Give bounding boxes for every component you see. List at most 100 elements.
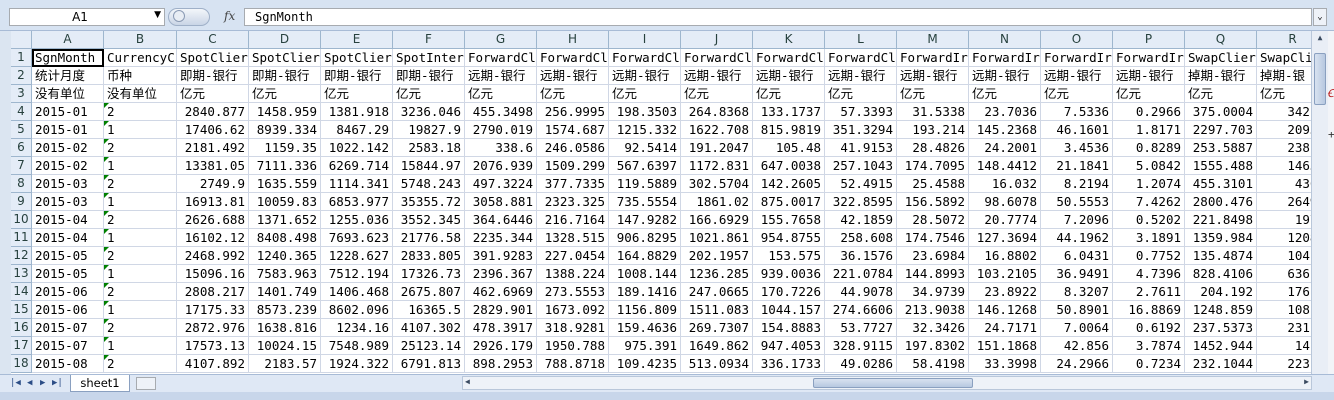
cell[interactable]: 44.9078 xyxy=(825,283,897,301)
cell[interactable]: 2833.805 xyxy=(393,247,465,265)
error-indicator-icon[interactable] xyxy=(104,193,109,198)
cell[interactable]: 231.1 xyxy=(1257,319,1311,337)
cell[interactable]: 17573.13 xyxy=(177,337,249,355)
cell[interactable]: 1 xyxy=(104,121,177,139)
cell[interactable]: 151.1868 xyxy=(969,337,1041,355)
cell[interactable]: 42.856 xyxy=(1041,337,1113,355)
cell[interactable]: 462.6969 xyxy=(465,283,537,301)
cell[interactable]: 1114.341 xyxy=(321,175,393,193)
cell[interactable]: 2183.57 xyxy=(249,355,321,373)
cell[interactable]: 174.7095 xyxy=(897,157,969,175)
cell[interactable]: 1255.036 xyxy=(321,211,393,229)
cell[interactable]: 远期-银行 xyxy=(825,67,897,85)
cell[interactable]: 336.1733 xyxy=(753,355,825,373)
cell[interactable]: 亿元 xyxy=(177,85,249,103)
cell[interactable]: ForwardIr xyxy=(1041,49,1113,67)
cell[interactable]: 8939.334 xyxy=(249,121,321,139)
cell[interactable]: 735.5554 xyxy=(609,193,681,211)
cell[interactable]: 50.8901 xyxy=(1041,301,1113,319)
cell[interactable]: 1509.299 xyxy=(537,157,609,175)
cell[interactable]: 1159.35 xyxy=(249,139,321,157)
cell[interactable]: 远期-银行 xyxy=(537,67,609,85)
cell[interactable]: 2872.976 xyxy=(177,319,249,337)
cell[interactable]: ForwardIr xyxy=(897,49,969,67)
cell[interactable]: 掉期-银 xyxy=(1257,67,1311,85)
cell[interactable]: 2396.367 xyxy=(465,265,537,283)
cell[interactable]: SwapCli xyxy=(1257,49,1311,67)
cell[interactable]: 亿元 xyxy=(825,85,897,103)
cell[interactable]: 8408.498 xyxy=(249,229,321,247)
cell[interactable]: 146.1268 xyxy=(969,301,1041,319)
cell[interactable]: 3.1891 xyxy=(1113,229,1185,247)
cell[interactable]: 35355.72 xyxy=(393,193,465,211)
row-header[interactable]: 14 xyxy=(11,283,32,301)
cell[interactable]: 828.4106 xyxy=(1185,265,1257,283)
cell[interactable]: 1673.092 xyxy=(537,301,609,319)
cell[interactable]: 8573.239 xyxy=(249,301,321,319)
side-panel-icon[interactable]: Ꞓ xyxy=(1327,86,1334,101)
cell[interactable]: 2 xyxy=(104,283,177,301)
cell[interactable]: 2181.492 xyxy=(177,139,249,157)
cell[interactable]: 2800.476 xyxy=(1185,193,1257,211)
cell[interactable]: 亿元 xyxy=(1185,85,1257,103)
cell[interactable]: 2015-03 xyxy=(32,175,104,193)
cell[interactable]: 7548.989 xyxy=(321,337,393,355)
cell[interactable]: 105.48 xyxy=(753,139,825,157)
cell[interactable]: 亿元 xyxy=(537,85,609,103)
cell[interactable]: 21776.58 xyxy=(393,229,465,247)
cell[interactable]: 1359.984 xyxy=(1185,229,1257,247)
error-indicator-icon[interactable] xyxy=(104,301,109,306)
cell[interactable]: 269.7307 xyxy=(681,319,753,337)
cell[interactable]: 274.6606 xyxy=(825,301,897,319)
formula-controls[interactable] xyxy=(168,8,210,26)
cell[interactable]: 2583.18 xyxy=(393,139,465,157)
cell[interactable]: 23.6984 xyxy=(897,247,969,265)
cell[interactable]: 4.7396 xyxy=(1113,265,1185,283)
cell[interactable]: 24.2001 xyxy=(969,139,1041,157)
column-header-b[interactable]: B xyxy=(104,31,177,49)
cell[interactable]: 8602.096 xyxy=(321,301,393,319)
cell[interactable]: 远期-银行 xyxy=(1041,67,1113,85)
row-header[interactable]: 1 xyxy=(11,49,32,67)
cell[interactable]: 即期-银行 xyxy=(249,67,321,85)
cell[interactable]: 391.9283 xyxy=(465,247,537,265)
cell[interactable]: 1638.816 xyxy=(249,319,321,337)
cell[interactable]: 远期-银行 xyxy=(681,67,753,85)
column-header-i[interactable]: I xyxy=(609,31,681,49)
cell[interactable]: 223.0 xyxy=(1257,355,1311,373)
column-header-g[interactable]: G xyxy=(465,31,537,49)
cell[interactable]: 亿元 xyxy=(1041,85,1113,103)
row-header[interactable]: 10 xyxy=(11,211,32,229)
cell[interactable]: 远期-银行 xyxy=(1113,67,1185,85)
cell[interactable]: SpotClier xyxy=(321,49,393,67)
cell[interactable]: 815.9819 xyxy=(753,121,825,139)
cell[interactable]: 567.6397 xyxy=(609,157,681,175)
cell[interactable]: 10059.83 xyxy=(249,193,321,211)
cell[interactable]: 1555.488 xyxy=(1185,157,1257,175)
cell[interactable]: 2 xyxy=(104,355,177,373)
cell[interactable]: 1924.322 xyxy=(321,355,393,373)
cell[interactable]: 176.8 xyxy=(1257,283,1311,301)
cell[interactable]: 2015-05 xyxy=(32,247,104,265)
cell[interactable]: 24.7171 xyxy=(969,319,1041,337)
cell[interactable]: SpotInter xyxy=(393,49,465,67)
row-header[interactable]: 9 xyxy=(11,193,32,211)
cell[interactable]: 947.4053 xyxy=(753,337,825,355)
cell[interactable]: 5748.243 xyxy=(393,175,465,193)
column-header-r[interactable]: R xyxy=(1257,31,1311,49)
cell[interactable]: 898.2953 xyxy=(465,355,537,373)
cell[interactable]: 2015-06 xyxy=(32,301,104,319)
cell[interactable]: 7.2096 xyxy=(1041,211,1113,229)
cell[interactable]: 875.0017 xyxy=(753,193,825,211)
cell[interactable]: 3236.046 xyxy=(393,103,465,121)
cell[interactable]: 1861.02 xyxy=(681,193,753,211)
cell[interactable]: 1413 xyxy=(1257,337,1311,355)
cell[interactable]: 44.1962 xyxy=(1041,229,1113,247)
cell[interactable]: 2829.901 xyxy=(465,301,537,319)
cell[interactable]: 50.5553 xyxy=(1041,193,1113,211)
cell[interactable]: 153.575 xyxy=(753,247,825,265)
cell[interactable]: 103.2105 xyxy=(969,265,1041,283)
cell[interactable]: SpotClier xyxy=(177,49,249,67)
cell[interactable]: 2015-04 xyxy=(32,211,104,229)
cell[interactable]: 3058.881 xyxy=(465,193,537,211)
